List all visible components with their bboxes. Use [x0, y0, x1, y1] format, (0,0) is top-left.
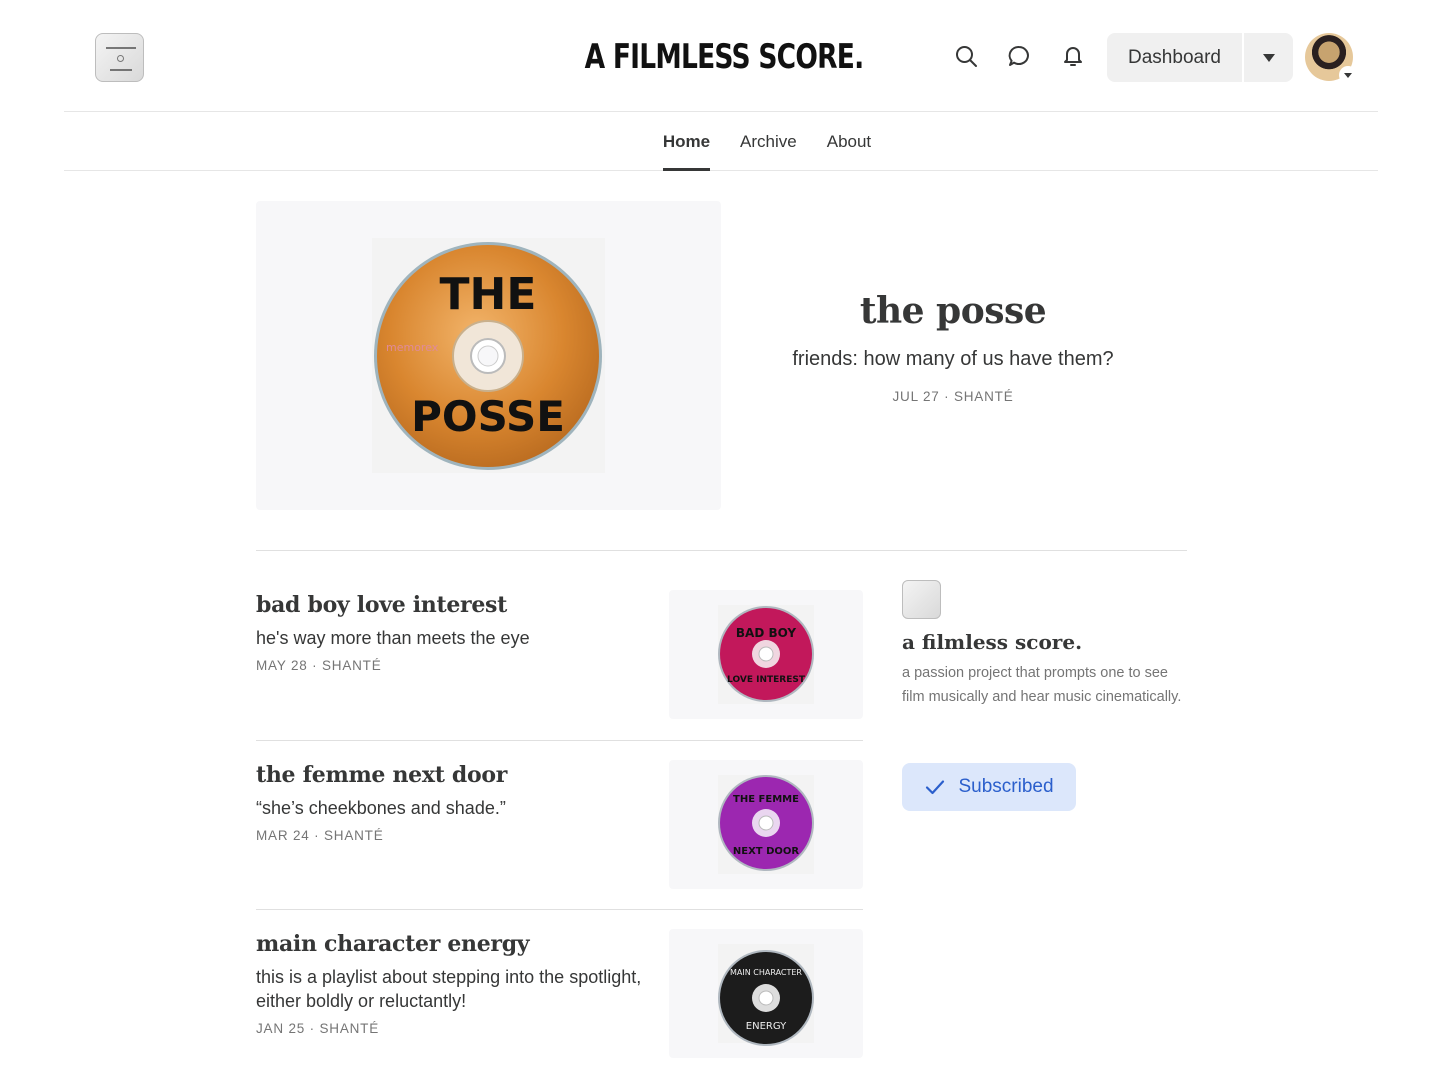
post-meta: MAY 28 · SHANTÉ: [256, 658, 382, 673]
check-icon: [926, 780, 945, 795]
post-thumbnail[interactable]: BAD BOY LOVE INTEREST: [669, 590, 863, 719]
dashboard-button-group: Dashboard: [1107, 33, 1293, 82]
nav-item-archive[interactable]: Archive: [740, 112, 797, 171]
subscribed-button[interactable]: Subscribed: [902, 763, 1076, 811]
disc-handwriting-bottom: NEXT DOOR: [733, 846, 800, 857]
post-meta: MAR 24 · SHANTÉ: [256, 828, 384, 843]
post-subtitle: this is a playlist about stepping into t…: [256, 967, 642, 1011]
disc-handwriting-top: THE: [440, 269, 537, 320]
site-header: A FILMLESS SCORE. Dashboard: [64, 0, 1378, 112]
search-icon[interactable]: [950, 40, 982, 72]
subscribed-label: Subscribed: [958, 776, 1054, 797]
disc-handwriting-top: MAIN CHARACTER: [730, 968, 802, 977]
post-title[interactable]: the femme next door: [256, 762, 676, 788]
publication-logo[interactable]: [95, 33, 144, 82]
hero-post-subtitle[interactable]: friends: how many of us have them?: [752, 348, 1154, 371]
post-subtitle: “she’s cheekbones and shade.”: [256, 798, 506, 818]
avatar-menu-caret[interactable]: [1339, 66, 1357, 84]
post-divider: [256, 909, 863, 910]
hero-post-image[interactable]: memorex THE POSSE: [256, 201, 721, 510]
post-item[interactable]: main character energy this is a playlist…: [256, 931, 676, 1036]
chat-icon[interactable]: [1003, 40, 1035, 72]
post-divider: [256, 740, 863, 741]
section-divider: [256, 550, 1187, 551]
sidebar-publication-title[interactable]: a filmless score.: [902, 630, 1082, 654]
caret-down-icon: [1262, 53, 1275, 62]
post-meta: JAN 25 · SHANTÉ: [256, 1021, 380, 1036]
disc-brand-label: memorex: [386, 341, 439, 354]
disc-handwriting-bottom: POSSE: [411, 392, 565, 441]
post-item[interactable]: the femme next door “she’s cheekbones an…: [256, 762, 676, 843]
hero-post-text: the posse friends: how many of us have t…: [752, 290, 1154, 404]
bell-icon[interactable]: [1057, 40, 1089, 72]
sidebar-publication-description: a passion project that prompts one to se…: [902, 665, 1182, 705]
post-subtitle: he's way more than meets the eye: [256, 628, 530, 648]
post-title[interactable]: main character energy: [256, 931, 676, 957]
disc-handwriting-bottom: LOVE INTEREST: [727, 675, 806, 685]
hero-post-title[interactable]: the posse: [752, 290, 1154, 332]
disc-handwriting-top: BAD BOY: [736, 626, 796, 640]
hero-post-meta: JUL 27 · SHANTÉ: [892, 389, 1014, 404]
nav-item-about[interactable]: About: [827, 112, 871, 171]
sidebar-publication-logo[interactable]: [902, 580, 941, 619]
post-item[interactable]: bad boy love interest he's way more than…: [256, 592, 676, 673]
disc-handwriting-top: THE FEMME: [733, 794, 799, 805]
post-title[interactable]: bad boy love interest: [256, 592, 676, 618]
publication-title[interactable]: A FILMLESS SCORE.: [585, 30, 865, 84]
post-thumbnail[interactable]: MAIN CHARACTER ENERGY: [669, 929, 863, 1058]
dashboard-button[interactable]: Dashboard: [1107, 33, 1242, 82]
nav-item-home[interactable]: Home: [662, 112, 711, 171]
section-nav: Home Archive About: [64, 112, 1378, 171]
dashboard-menu-button[interactable]: [1244, 33, 1293, 82]
post-thumbnail[interactable]: THE FEMME NEXT DOOR: [669, 760, 863, 889]
disc-handwriting-bottom: ENERGY: [746, 1021, 787, 1032]
